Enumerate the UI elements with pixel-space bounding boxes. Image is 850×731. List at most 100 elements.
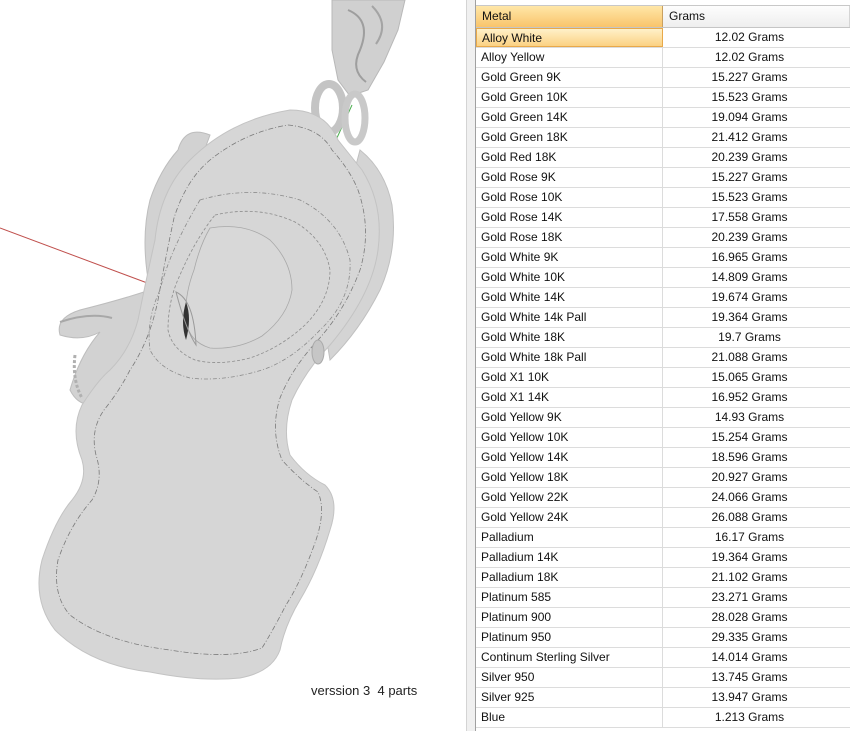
table-row[interactable]: Platinum 585 23.271 Grams [476, 588, 850, 608]
metal-cell[interactable]: Gold Yellow 9K [476, 408, 663, 427]
grams-cell[interactable]: 19.7 Grams [663, 328, 850, 347]
panel-splitter[interactable] [466, 0, 476, 731]
grams-cell[interactable]: 21.088 Grams [663, 348, 850, 367]
grams-cell[interactable]: 17.558 Grams [663, 208, 850, 227]
grams-cell[interactable]: 1.213 Grams [663, 708, 850, 727]
table-row[interactable]: Gold White 10K 14.809 Grams [476, 268, 850, 288]
table-row[interactable]: Gold X1 14K 16.952 Grams [476, 388, 850, 408]
table-row[interactable]: Gold Rose 14K 17.558 Grams [476, 208, 850, 228]
metal-cell[interactable]: Gold Green 14K [476, 108, 663, 127]
grams-cell[interactable]: 20.927 Grams [663, 468, 850, 487]
column-header-metal[interactable]: Metal [476, 6, 663, 27]
grams-cell[interactable]: 18.596 Grams [663, 448, 850, 467]
metal-cell[interactable]: Gold White 10K [476, 268, 663, 287]
table-row[interactable]: Gold White 18K 19.7 Grams [476, 328, 850, 348]
table-row[interactable]: Silver 925 13.947 Grams [476, 688, 850, 708]
metal-cell[interactable]: Gold Yellow 14K [476, 448, 663, 467]
metal-cell[interactable]: Gold White 9K [476, 248, 663, 267]
table-row[interactable]: Gold Green 9K 15.227 Grams [476, 68, 850, 88]
metal-cell[interactable]: Alloy White [476, 28, 663, 47]
grams-cell[interactable]: 20.239 Grams [663, 148, 850, 167]
table-row[interactable]: Gold Red 18K 20.239 Grams [476, 148, 850, 168]
metal-cell[interactable]: Gold Yellow 22K [476, 488, 663, 507]
table-row[interactable]: Gold White 14k Pall 19.364 Grams [476, 308, 850, 328]
table-row[interactable]: Palladium 14K 19.364 Grams [476, 548, 850, 568]
table-row[interactable]: Gold Yellow 22K 24.066 Grams [476, 488, 850, 508]
grams-cell[interactable]: 21.102 Grams [663, 568, 850, 587]
metal-cell[interactable]: Gold Yellow 18K [476, 468, 663, 487]
grams-cell[interactable]: 19.094 Grams [663, 108, 850, 127]
table-row[interactable]: Gold Yellow 24K 26.088 Grams [476, 508, 850, 528]
metal-cell[interactable]: Continum Sterling Silver [476, 648, 663, 667]
metal-cell[interactable]: Gold Red 18K [476, 148, 663, 167]
table-row[interactable]: Platinum 900 28.028 Grams [476, 608, 850, 628]
grams-cell[interactable]: 19.674 Grams [663, 288, 850, 307]
table-row[interactable]: Gold Green 10K 15.523 Grams [476, 88, 850, 108]
grams-cell[interactable]: 20.239 Grams [663, 228, 850, 247]
table-row[interactable]: Gold X1 10K 15.065 Grams [476, 368, 850, 388]
metal-cell[interactable]: Gold Rose 18K [476, 228, 663, 247]
metal-cell[interactable]: Gold Green 9K [476, 68, 663, 87]
table-row[interactable]: Silver 950 13.745 Grams [476, 668, 850, 688]
table-row[interactable]: Platinum 950 29.335 Grams [476, 628, 850, 648]
metal-cell[interactable]: Palladium 18K [476, 568, 663, 587]
grams-cell[interactable]: 13.947 Grams [663, 688, 850, 707]
metal-cell[interactable]: Gold Green 10K [476, 88, 663, 107]
grams-cell[interactable]: 21.412 Grams [663, 128, 850, 147]
metal-cell[interactable]: Gold X1 10K [476, 368, 663, 387]
grams-cell[interactable]: 16.965 Grams [663, 248, 850, 267]
metal-cell[interactable]: Silver 925 [476, 688, 663, 707]
grams-cell[interactable]: 14.809 Grams [663, 268, 850, 287]
metal-cell[interactable]: Gold White 14k Pall [476, 308, 663, 327]
table-row[interactable]: Gold Rose 10K 15.523 Grams [476, 188, 850, 208]
metal-cell[interactable]: Alloy Yellow [476, 48, 663, 67]
grams-cell[interactable]: 14.014 Grams [663, 648, 850, 667]
grams-cell[interactable]: 15.523 Grams [663, 188, 850, 207]
grams-cell[interactable]: 15.227 Grams [663, 168, 850, 187]
grams-cell[interactable]: 29.335 Grams [663, 628, 850, 647]
table-row[interactable]: Gold Yellow 10K 15.254 Grams [476, 428, 850, 448]
table-row[interactable]: Gold White 14K 19.674 Grams [476, 288, 850, 308]
grams-cell[interactable]: 12.02 Grams [663, 48, 850, 67]
metal-cell[interactable]: Silver 950 [476, 668, 663, 687]
grams-cell[interactable]: 15.523 Grams [663, 88, 850, 107]
metal-cell[interactable]: Gold White 18k Pall [476, 348, 663, 367]
metal-cell[interactable]: Gold White 14K [476, 288, 663, 307]
table-row[interactable]: Blue 1.213 Grams [476, 708, 850, 728]
grams-cell[interactable]: 19.364 Grams [663, 308, 850, 327]
grams-cell[interactable]: 16.952 Grams [663, 388, 850, 407]
grams-cell[interactable]: 23.271 Grams [663, 588, 850, 607]
3d-viewport[interactable]: verssion 3 4 parts [0, 0, 466, 731]
metal-cell[interactable]: Platinum 585 [476, 588, 663, 607]
metal-cell[interactable]: Gold Rose 14K [476, 208, 663, 227]
metal-cell[interactable]: Gold Green 18K [476, 128, 663, 147]
table-row[interactable]: Alloy White 12.02 Grams [476, 28, 850, 48]
metal-cell[interactable]: Gold Rose 10K [476, 188, 663, 207]
grams-cell[interactable]: 16.17 Grams [663, 528, 850, 547]
table-row[interactable]: Gold Green 18K 21.412 Grams [476, 128, 850, 148]
table-row[interactable]: Alloy Yellow 12.02 Grams [476, 48, 850, 68]
metal-cell[interactable]: Gold Yellow 10K [476, 428, 663, 447]
metal-cell[interactable]: Gold X1 14K [476, 388, 663, 407]
table-row[interactable]: Gold Green 14K 19.094 Grams [476, 108, 850, 128]
column-header-grams[interactable]: Grams [663, 6, 850, 27]
metal-cell[interactable]: Gold White 18K [476, 328, 663, 347]
grams-cell[interactable]: 19.364 Grams [663, 548, 850, 567]
metal-cell[interactable]: Palladium [476, 528, 663, 547]
metal-cell[interactable]: Blue [476, 708, 663, 727]
metal-cell[interactable]: Platinum 950 [476, 628, 663, 647]
table-row[interactable]: Gold White 18k Pall 21.088 Grams [476, 348, 850, 368]
grams-cell[interactable]: 15.065 Grams [663, 368, 850, 387]
table-row[interactable]: Gold Yellow 14K 18.596 Grams [476, 448, 850, 468]
table-row[interactable]: Gold Rose 18K 20.239 Grams [476, 228, 850, 248]
table-row[interactable]: Gold White 9K 16.965 Grams [476, 248, 850, 268]
grams-cell[interactable]: 13.745 Grams [663, 668, 850, 687]
table-row[interactable]: Palladium 16.17 Grams [476, 528, 850, 548]
table-row[interactable]: Palladium 18K 21.102 Grams [476, 568, 850, 588]
grams-cell[interactable]: 24.066 Grams [663, 488, 850, 507]
grams-cell[interactable]: 15.227 Grams [663, 68, 850, 87]
metal-cell[interactable]: Platinum 900 [476, 608, 663, 627]
grams-cell[interactable]: 12.02 Grams [663, 28, 850, 47]
grams-cell[interactable]: 14.93 Grams [663, 408, 850, 427]
table-row[interactable]: Gold Yellow 18K 20.927 Grams [476, 468, 850, 488]
